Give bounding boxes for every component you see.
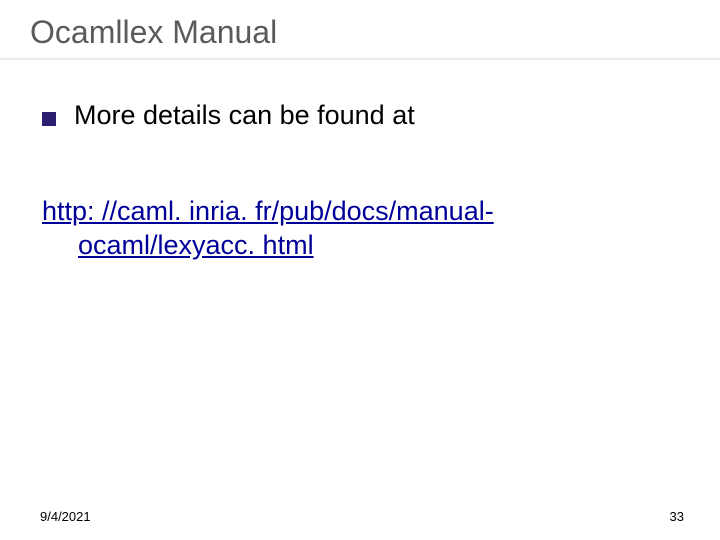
- square-bullet-icon: [42, 112, 56, 126]
- link-line-2: ocaml/lexyacc. html: [42, 229, 682, 263]
- footer-date: 9/4/2021: [40, 509, 91, 524]
- slide-title: Ocamllex Manual: [30, 14, 277, 51]
- footer-page-number: 33: [670, 509, 684, 524]
- bullet-text: More details can be found at: [74, 100, 415, 131]
- slide: Ocamllex Manual More details can be foun…: [0, 0, 720, 540]
- title-underline: [0, 58, 720, 60]
- manual-link[interactable]: http: //caml. inria. fr/pub/docs/manual-…: [42, 195, 682, 263]
- bullet-item: More details can be found at: [42, 100, 415, 131]
- link-line-1: http: //caml. inria. fr/pub/docs/manual-: [42, 195, 682, 229]
